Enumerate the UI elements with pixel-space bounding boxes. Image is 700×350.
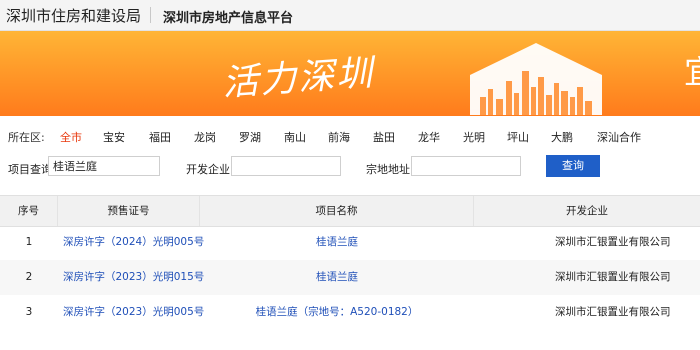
search-form: 项目查询 开发企业 宗地地址 查询 [0, 155, 700, 181]
table-row: 1 深房许字（2024）光明005号 桂语兰庭 深圳市汇银置业有限公司 [0, 225, 700, 260]
header-divider [150, 7, 151, 23]
column-header-index: 序号 [0, 196, 58, 226]
project-link[interactable]: 桂语兰庭（宗地号：A520-0182） [200, 295, 474, 330]
district-item-futian[interactable]: 福田 [149, 129, 171, 145]
permit-link[interactable]: 深房许字（2023）光明005号 [63, 295, 204, 330]
column-header-permit: 预售证号 [58, 196, 200, 226]
banner: 活力深圳 宜 [0, 31, 700, 116]
district-item-yantian[interactable]: 盐田 [373, 129, 395, 145]
district-filter: 所在区: 全市 宝安 福田 龙岗 罗湖 南山 前海 盐田 龙华 光明 坪山 大鹏… [0, 124, 700, 148]
banner-edge-char: 宜 [684, 47, 700, 93]
district-filter-label: 所在区: [8, 131, 45, 144]
district-item-guangming[interactable]: 光明 [463, 129, 485, 145]
table-header: 序号 预售证号 项目名称 开发企业 [0, 195, 700, 227]
developer-input[interactable] [231, 156, 341, 176]
district-item-baoan[interactable]: 宝安 [103, 129, 125, 145]
district-item-shenshan[interactable]: 深汕合作 [597, 129, 641, 145]
top-header: 深圳市住房和建设局 深圳市房地产信息平台 [0, 0, 700, 31]
permit-link[interactable]: 深房许字（2023）光明015号 [63, 260, 204, 295]
district-item-luohu[interactable]: 罗湖 [239, 129, 261, 145]
row-index: 1 [25, 236, 33, 248]
district-item-longhua[interactable]: 龙华 [418, 129, 440, 145]
developer-name: 深圳市汇银置业有限公司 [555, 306, 671, 318]
parcel-address-input[interactable] [411, 156, 521, 176]
project-link[interactable]: 桂语兰庭 [200, 260, 474, 295]
banner-slogan: 活力深圳 [220, 52, 376, 105]
district-item-dapeng[interactable]: 大鹏 [551, 129, 573, 145]
table-row: 3 深房许字（2023）光明005号 桂语兰庭（宗地号：A520-0182） 深… [0, 295, 700, 330]
developer-label: 开发企业 [186, 163, 230, 176]
city-skyline-illustration [470, 43, 602, 115]
permit-link[interactable]: 深房许字（2024）光明005号 [63, 225, 204, 260]
project-link[interactable]: 桂语兰庭 [200, 225, 474, 260]
project-query-label: 项目查询 [8, 163, 52, 176]
table-row: 2 深房许字（2023）光明015号 桂语兰庭 深圳市汇银置业有限公司 [0, 260, 700, 295]
district-item-pingshan[interactable]: 坪山 [507, 129, 529, 145]
bureau-title[interactable]: 深圳市住房和建设局 [6, 5, 141, 26]
column-header-project: 项目名称 [200, 196, 474, 226]
platform-title[interactable]: 深圳市房地产信息平台 [163, 7, 293, 26]
search-button[interactable]: 查询 [546, 155, 600, 177]
row-index: 3 [25, 306, 33, 318]
column-header-developer: 开发企业 [566, 205, 608, 217]
district-item-qianhai[interactable]: 前海 [328, 129, 350, 145]
district-item-nanshan[interactable]: 南山 [284, 129, 306, 145]
parcel-address-label: 宗地地址 [366, 163, 410, 176]
district-item-all[interactable]: 全市 [60, 129, 82, 145]
district-item-longgang[interactable]: 龙岗 [194, 129, 216, 145]
developer-name: 深圳市汇银置业有限公司 [555, 271, 671, 283]
row-index: 2 [25, 271, 33, 283]
developer-name: 深圳市汇银置业有限公司 [555, 236, 671, 248]
project-query-input[interactable] [48, 156, 160, 176]
